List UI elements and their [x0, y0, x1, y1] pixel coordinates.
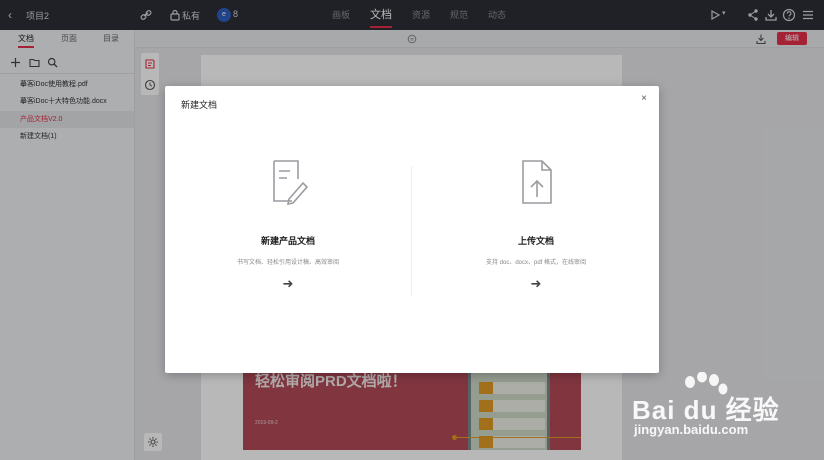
upload-document-icon: [522, 160, 552, 204]
upload-document-option[interactable]: 上传文档 支持 doc、docx、pdf 格式，在线审阅 ➜: [413, 152, 659, 302]
option-title: 新建产品文档: [260, 236, 315, 246]
watermark-url: jingyan.baidu.com: [634, 422, 749, 437]
option-description: 支持 doc、docx、pdf 格式，在线审阅: [485, 260, 587, 266]
arrow-right-icon[interactable]: ➜: [165, 276, 411, 292]
arrow-right-icon[interactable]: ➜: [413, 276, 659, 292]
dialog-title: 新建文档: [181, 100, 218, 110]
new-document-dialog: 新建文档 × 新建产品文档 书写文档、轻松引用设计稿、高效审阅 ➜ 上传文档 支…: [165, 86, 659, 373]
option-title: 上传文档: [517, 236, 554, 246]
new-product-doc-option[interactable]: 新建产品文档 书写文档、轻松引用设计稿、高效审阅 ➜: [165, 152, 411, 302]
edit-document-icon: [273, 160, 308, 206]
close-icon[interactable]: ×: [639, 94, 649, 104]
option-description: 书写文档、轻松引用设计稿、高效审阅: [236, 260, 339, 266]
divider: [411, 166, 412, 296]
baidu-watermark: Bai du 经验 jingyan.baidu.com: [630, 372, 820, 442]
